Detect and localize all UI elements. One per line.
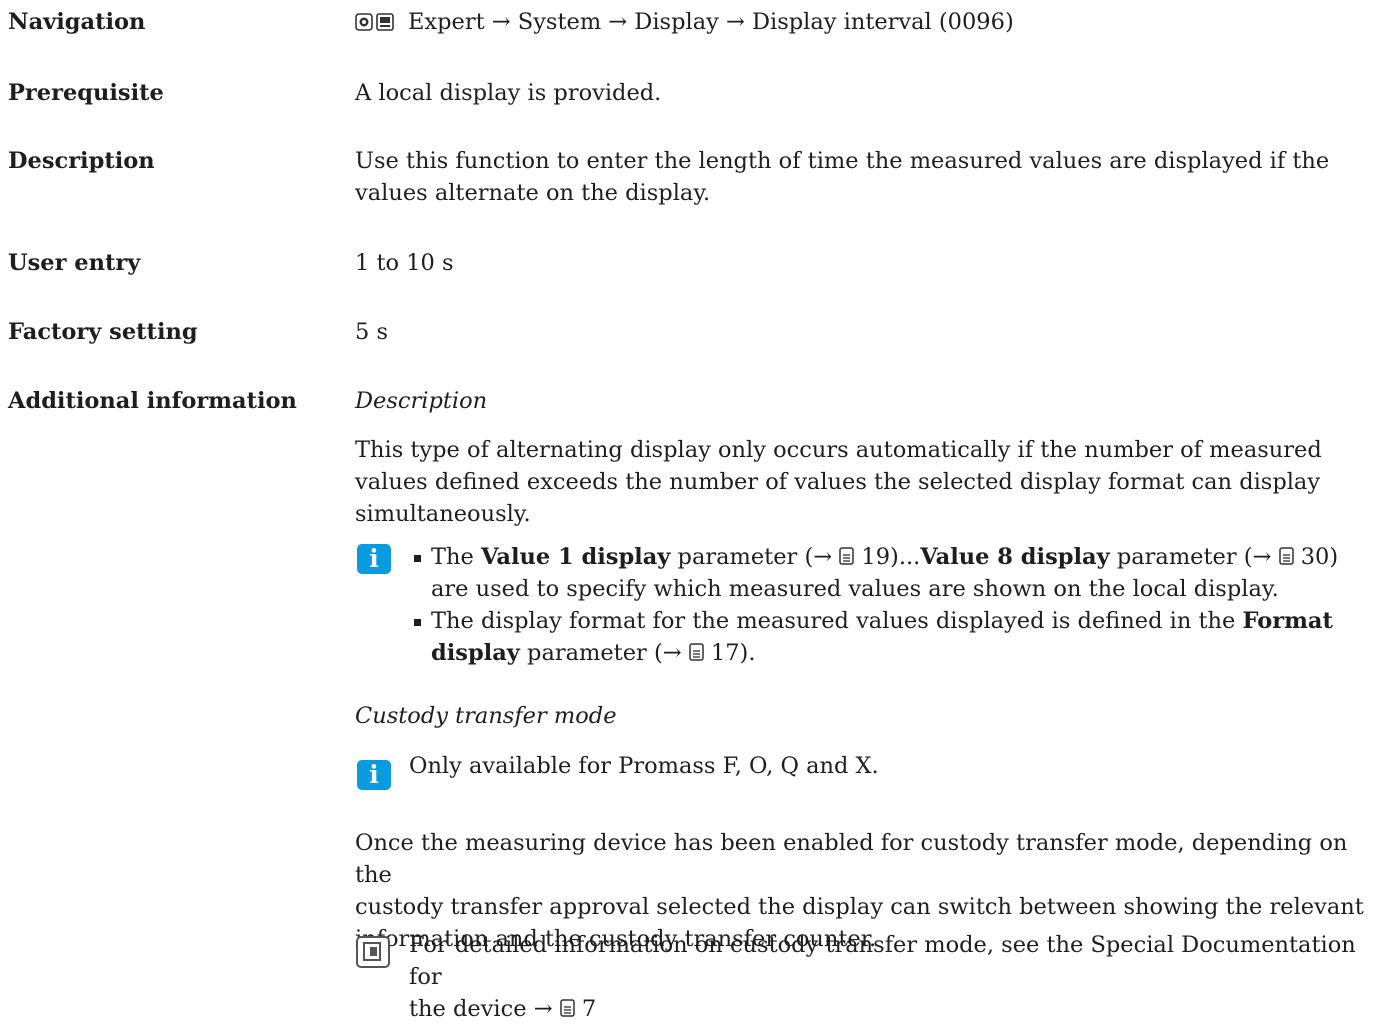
keypad-icon [355, 13, 394, 31]
info-icon: i [357, 544, 391, 574]
value8-display-param: Value 8 display [920, 544, 1110, 570]
page-ref[interactable]: 30) [1301, 544, 1338, 570]
bullet-text: The display format for the measured valu… [431, 608, 1236, 634]
additional-info-label: Additional information [8, 388, 297, 414]
bullet-value-display: The Value 1 display parameter (→ 19)...V… [410, 541, 1370, 605]
note-line: the device → 7 [409, 993, 1384, 1025]
bullet-format-display: The display format for the measured valu… [410, 605, 1370, 669]
page-ref-icon [1278, 547, 1294, 565]
page-ref[interactable]: 19)... [861, 544, 920, 570]
prerequisite-text: A local display is provided. [355, 80, 662, 106]
bullet-text: parameter (→ [1116, 544, 1272, 570]
format-display-param: display [431, 640, 520, 666]
bullet-text: are used to specify which measured value… [431, 576, 1279, 602]
description-subheading: Description [355, 388, 488, 414]
info-icon: i [357, 760, 391, 790]
user-entry-value: 1 to 10 s [355, 250, 454, 276]
page-ref-icon [689, 643, 704, 661]
prerequisite-label: Prerequisite [8, 80, 164, 106]
custody-note: Only available for Promass F, O, Q and X… [409, 753, 879, 779]
format-display-param: Format [1242, 608, 1333, 634]
factory-setting-value: 5 s [355, 319, 389, 345]
description-line: Use this function to enter the length of… [355, 148, 1330, 174]
bullet-text: The [431, 544, 474, 570]
page-ref[interactable]: 17). [711, 640, 756, 666]
page-ref-icon [559, 999, 575, 1017]
navigation-path: Expert → System → Display → Display inte… [355, 6, 1380, 38]
description-line: values alternate on the display. [355, 180, 711, 206]
description-text: Use this function to enter the length of… [355, 145, 1380, 209]
nav-path-text: Expert → System → Display → Display inte… [408, 9, 1014, 35]
note-line: For detailed information on custody tran… [409, 932, 1356, 990]
bullet-text: parameter (→ [527, 640, 682, 666]
value1-display-param: Value 1 display [480, 544, 671, 570]
bullet-text: parameter (→ [677, 544, 833, 570]
description-label: Description [8, 148, 155, 174]
alternating-display-paragraph: This type of alternating display only oc… [355, 434, 1380, 530]
info-bullet-list: The Value 1 display parameter (→ 19)...V… [410, 541, 1370, 669]
paragraph-line: Once the measuring device has been enabl… [355, 830, 1348, 888]
paragraph-line: custody transfer approval selected the d… [355, 894, 1364, 920]
note-text: the device → [409, 996, 553, 1022]
user-entry-label: User entry [8, 250, 141, 276]
book-icon [356, 936, 390, 968]
page-ref[interactable]: 7 [582, 996, 596, 1022]
paragraph-line: This type of alternating display only oc… [355, 437, 1322, 463]
factory-setting-label: Factory setting [8, 319, 198, 345]
custody-transfer-subheading: Custody transfer mode [355, 703, 617, 729]
paragraph-line: values defined exceeds the number of val… [355, 469, 1321, 495]
page-ref-icon [839, 547, 854, 565]
special-doc-note: For detailed information on custody tran… [409, 929, 1384, 1025]
navigation-label: Navigation [8, 9, 146, 35]
paragraph-line: simultaneously. [355, 501, 531, 527]
